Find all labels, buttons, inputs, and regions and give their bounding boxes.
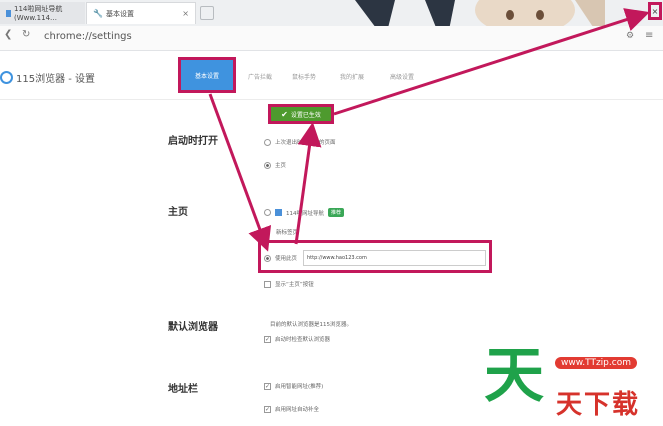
arrow-to-save	[294, 122, 322, 245]
arrow-to-close	[333, 8, 650, 116]
watermark-text: 天下载	[556, 390, 641, 420]
watermark-url: www.TTzip.com	[555, 357, 637, 369]
watermark-logo: 天	[484, 341, 544, 411]
arrow-to-homepage	[208, 93, 272, 252]
